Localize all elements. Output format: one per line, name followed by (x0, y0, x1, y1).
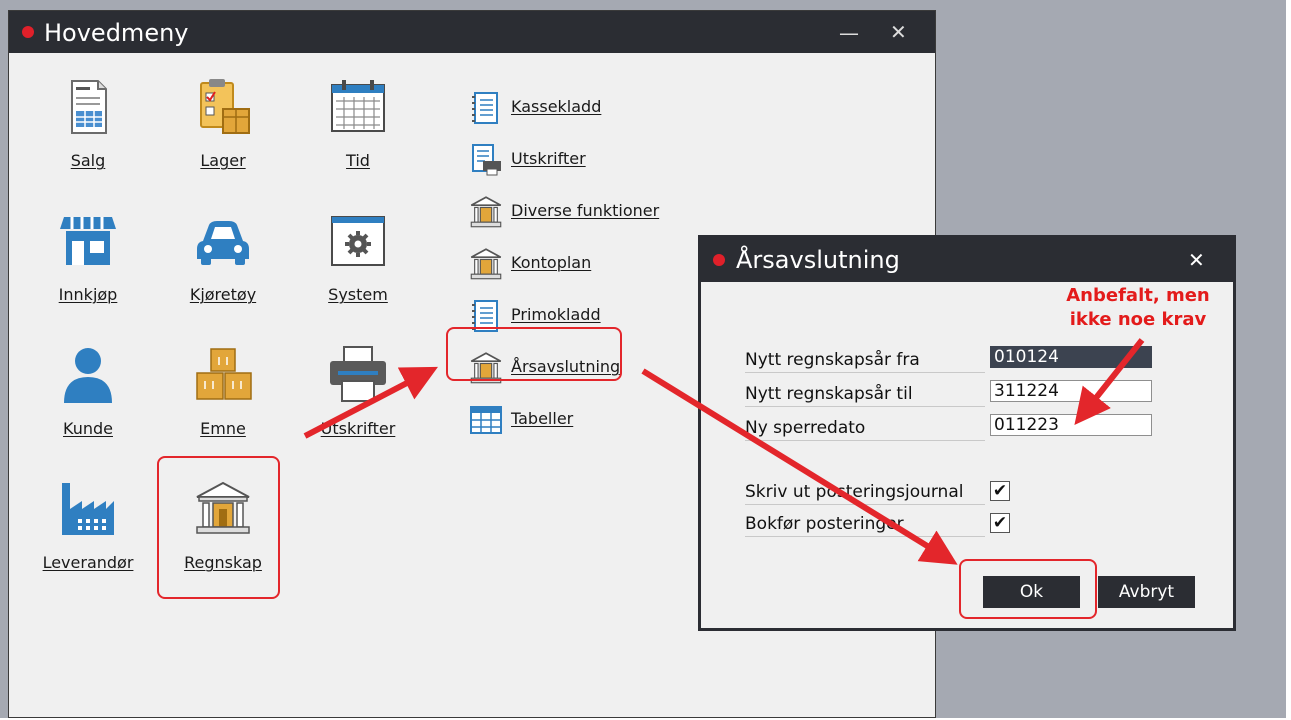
arrow-to-ok (641, 368, 958, 565)
arrow-to-lock-date (1074, 338, 1145, 426)
annotation-arrows (303, 338, 1145, 565)
arrow-to-arsavslutning (303, 366, 438, 439)
